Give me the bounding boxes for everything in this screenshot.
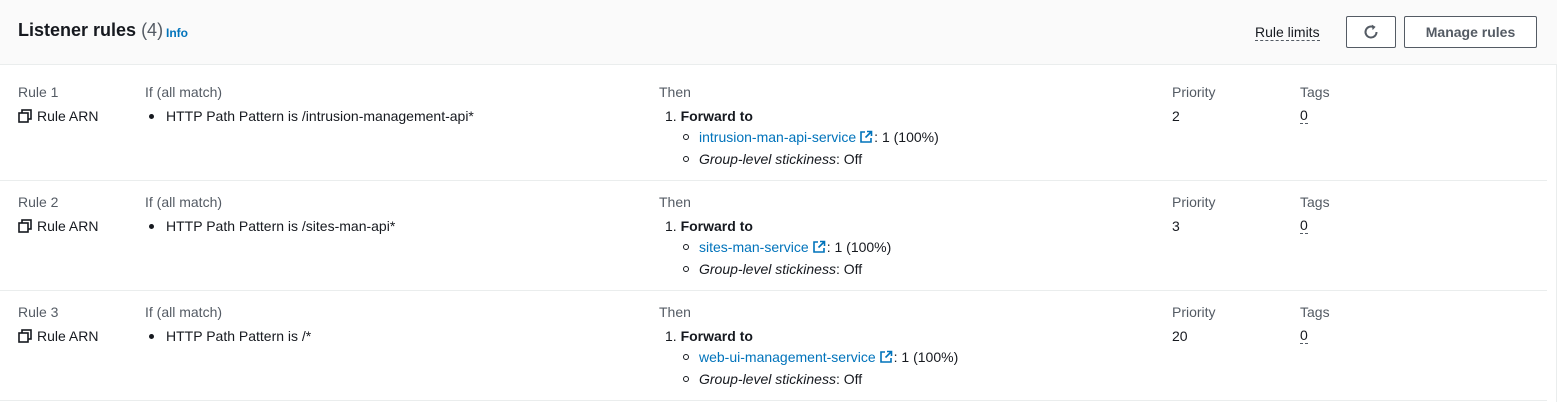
copy-icon [18, 328, 32, 343]
bullet-icon [149, 333, 154, 339]
rule-name: Rule 2 [18, 194, 59, 210]
stickiness-value: : Off [835, 151, 863, 167]
priority-value: 20 [1172, 328, 1188, 344]
target-group-link[interactable]: sites-man-service [699, 239, 809, 255]
tags-label: Tags [1300, 194, 1330, 210]
stickiness-value: : Off [835, 261, 863, 277]
action-text: Forward to [680, 108, 753, 124]
stickiness-item: Group-level stickiness : Off [683, 261, 862, 277]
rule-arn-copy[interactable]: Rule ARN [18, 218, 98, 234]
target-group-item: web-ui-management-service : 1 (100%) [683, 349, 958, 365]
tags-label: Tags [1300, 304, 1330, 320]
external-link-icon[interactable] [812, 240, 826, 254]
stickiness-label: Group-level stickiness [699, 151, 836, 167]
copy-icon [18, 108, 32, 123]
stickiness-label: Group-level stickiness [699, 261, 836, 277]
circle-bullet-icon [683, 244, 689, 250]
rule-limits-link[interactable]: Rule limits [1255, 24, 1320, 41]
if-label: If (all match) [145, 304, 223, 320]
panel-header: Listener rules (4) Info Rule limits Mana… [0, 0, 1557, 65]
priority-label: Priority [1172, 84, 1216, 100]
target-weight: : 1 (100%) [826, 239, 892, 255]
then-label: Then [659, 84, 691, 100]
stickiness-label: Group-level stickiness [699, 371, 836, 387]
action-text: Forward to [680, 218, 753, 234]
then-label: Then [659, 304, 691, 320]
panel-title: Listener rules (4) [18, 20, 163, 41]
priority-label: Priority [1172, 304, 1216, 320]
priority-label: Priority [1172, 194, 1216, 210]
copy-icon [18, 218, 32, 233]
rule-row: Rule 3 If (all match) Then Priority Tags… [0, 291, 1547, 401]
condition-item: HTTP Path Pattern is /sites-man-api* [149, 218, 395, 234]
condition-item: HTTP Path Pattern is /intrusion-manageme… [149, 108, 474, 124]
panel-title-text: Listener rules [18, 20, 137, 40]
tags-count-link[interactable]: 0 [1300, 108, 1308, 124]
priority-value: 2 [1172, 108, 1180, 124]
circle-bullet-icon [683, 266, 689, 272]
condition-text: HTTP Path Pattern is /sites-man-api* [166, 218, 396, 234]
action-number: 1. [665, 328, 677, 344]
condition-text: HTTP Path Pattern is /intrusion-manageme… [166, 108, 474, 124]
info-link[interactable]: Info [166, 26, 188, 40]
rule-row: Rule 1 If (all match) Then Priority Tags… [0, 71, 1547, 181]
tags-label: Tags [1300, 84, 1330, 100]
action-item: 1. Forward to [665, 328, 753, 344]
priority-value: 3 [1172, 218, 1180, 234]
circle-bullet-icon [683, 376, 689, 382]
stickiness-item: Group-level stickiness : Off [683, 371, 862, 387]
tags-count-link[interactable]: 0 [1300, 328, 1308, 344]
tags-count-link[interactable]: 0 [1300, 218, 1308, 234]
stickiness-value: : Off [835, 371, 863, 387]
target-weight: : 1 (100%) [874, 129, 939, 145]
listener-rules-panel: Listener rules (4) Info Rule limits Mana… [0, 0, 1557, 402]
action-number: 1. [665, 108, 677, 124]
target-group-item: intrusion-man-api-service : 1 (100%) [683, 129, 939, 145]
target-group-item: sites-man-service : 1 (100%) [683, 239, 891, 255]
rule-count: (4) [141, 20, 164, 40]
action-number: 1. [665, 218, 677, 234]
bullet-icon [149, 223, 154, 229]
action-item: 1. Forward to [665, 108, 753, 124]
action-text: Forward to [680, 328, 753, 344]
external-link-icon[interactable] [859, 130, 873, 144]
action-item: 1. Forward to [665, 218, 753, 234]
bullet-icon [149, 113, 154, 119]
rule-arn-label: Rule ARN [37, 328, 99, 344]
rule-name: Rule 3 [18, 304, 59, 320]
if-label: If (all match) [145, 84, 223, 100]
target-group-link[interactable]: web-ui-management-service [699, 349, 876, 365]
rule-arn-copy[interactable]: Rule ARN [18, 108, 98, 124]
rule-name: Rule 1 [18, 84, 59, 100]
target-weight: : 1 (100%) [893, 349, 959, 365]
external-link-icon[interactable] [879, 350, 893, 364]
circle-bullet-icon [683, 156, 689, 162]
manage-rules-button[interactable]: Manage rules [1404, 16, 1537, 48]
stickiness-item: Group-level stickiness : Off [683, 151, 862, 167]
then-label: Then [659, 194, 691, 210]
condition-item: HTTP Path Pattern is /* [149, 328, 311, 344]
refresh-button[interactable] [1346, 16, 1396, 48]
condition-text: HTTP Path Pattern is /* [166, 328, 312, 344]
if-label: If (all match) [145, 194, 223, 210]
rule-arn-label: Rule ARN [37, 108, 99, 124]
rule-arn-copy[interactable]: Rule ARN [18, 328, 98, 344]
target-group-link[interactable]: intrusion-man-api-service [699, 129, 856, 145]
rule-row: Rule 2 If (all match) Then Priority Tags… [0, 181, 1547, 291]
circle-bullet-icon [683, 354, 689, 360]
refresh-icon [1364, 24, 1378, 39]
circle-bullet-icon [683, 134, 689, 140]
rule-arn-label: Rule ARN [37, 218, 99, 234]
